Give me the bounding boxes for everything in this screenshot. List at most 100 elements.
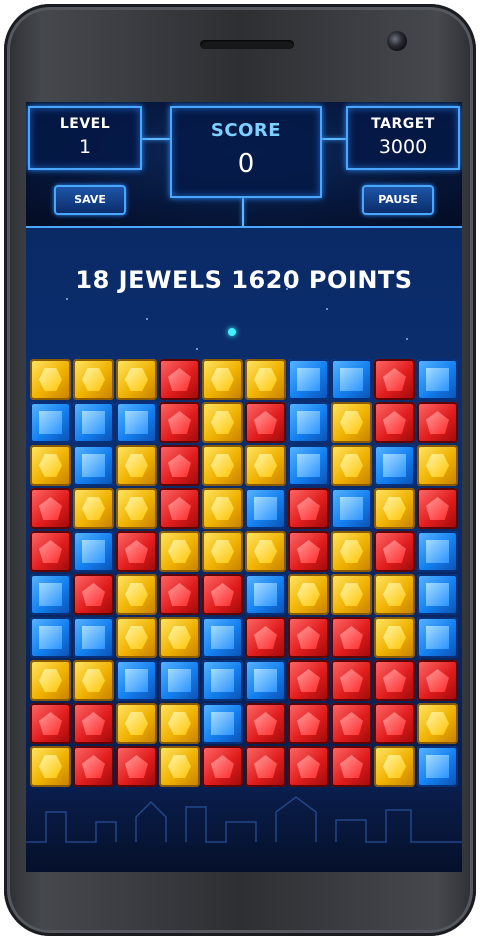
red-jewel[interactable] <box>245 746 286 787</box>
yellow-jewel[interactable] <box>73 660 114 701</box>
jewel-board[interactable] <box>30 359 460 789</box>
red-jewel[interactable] <box>288 531 329 572</box>
red-jewel[interactable] <box>288 703 329 744</box>
yellow-jewel[interactable] <box>73 359 114 400</box>
blue-jewel[interactable] <box>288 402 329 443</box>
red-jewel[interactable] <box>159 488 200 529</box>
red-jewel[interactable] <box>73 746 114 787</box>
yellow-jewel[interactable] <box>202 531 243 572</box>
red-jewel[interactable] <box>116 746 157 787</box>
red-jewel[interactable] <box>374 660 415 701</box>
yellow-jewel[interactable] <box>331 574 372 615</box>
red-jewel[interactable] <box>116 531 157 572</box>
red-jewel[interactable] <box>73 703 114 744</box>
red-jewel[interactable] <box>288 488 329 529</box>
blue-jewel[interactable] <box>202 617 243 658</box>
yellow-jewel[interactable] <box>116 359 157 400</box>
blue-jewel[interactable] <box>73 617 114 658</box>
yellow-jewel[interactable] <box>202 402 243 443</box>
red-jewel[interactable] <box>73 574 114 615</box>
red-jewel[interactable] <box>245 703 286 744</box>
red-jewel[interactable] <box>417 660 458 701</box>
yellow-jewel[interactable] <box>159 531 200 572</box>
yellow-jewel[interactable] <box>245 531 286 572</box>
yellow-jewel[interactable] <box>331 531 372 572</box>
blue-jewel[interactable] <box>245 574 286 615</box>
blue-jewel[interactable] <box>331 488 372 529</box>
red-jewel[interactable] <box>331 617 372 658</box>
yellow-jewel[interactable] <box>159 746 200 787</box>
yellow-jewel[interactable] <box>374 746 415 787</box>
blue-jewel[interactable] <box>417 359 458 400</box>
blue-jewel[interactable] <box>245 488 286 529</box>
blue-jewel[interactable] <box>30 402 71 443</box>
yellow-jewel[interactable] <box>202 445 243 486</box>
blue-jewel[interactable] <box>288 359 329 400</box>
red-jewel[interactable] <box>245 617 286 658</box>
yellow-jewel[interactable] <box>116 488 157 529</box>
yellow-jewel[interactable] <box>30 445 71 486</box>
blue-jewel[interactable] <box>73 402 114 443</box>
red-jewel[interactable] <box>159 574 200 615</box>
yellow-jewel[interactable] <box>374 574 415 615</box>
blue-jewel[interactable] <box>374 445 415 486</box>
blue-jewel[interactable] <box>202 660 243 701</box>
red-jewel[interactable] <box>288 660 329 701</box>
yellow-jewel[interactable] <box>202 359 243 400</box>
blue-jewel[interactable] <box>116 660 157 701</box>
red-jewel[interactable] <box>374 402 415 443</box>
red-jewel[interactable] <box>374 359 415 400</box>
yellow-jewel[interactable] <box>116 445 157 486</box>
red-jewel[interactable] <box>245 402 286 443</box>
blue-jewel[interactable] <box>73 445 114 486</box>
red-jewel[interactable] <box>30 531 71 572</box>
blue-jewel[interactable] <box>30 574 71 615</box>
red-jewel[interactable] <box>417 402 458 443</box>
red-jewel[interactable] <box>159 445 200 486</box>
yellow-jewel[interactable] <box>245 445 286 486</box>
yellow-jewel[interactable] <box>374 617 415 658</box>
yellow-jewel[interactable] <box>245 359 286 400</box>
blue-jewel[interactable] <box>417 574 458 615</box>
yellow-jewel[interactable] <box>30 359 71 400</box>
yellow-jewel[interactable] <box>331 402 372 443</box>
red-jewel[interactable] <box>374 531 415 572</box>
pause-button[interactable]: PAUSE <box>362 185 434 215</box>
red-jewel[interactable] <box>417 488 458 529</box>
yellow-jewel[interactable] <box>417 703 458 744</box>
yellow-jewel[interactable] <box>30 660 71 701</box>
yellow-jewel[interactable] <box>374 488 415 529</box>
blue-jewel[interactable] <box>202 703 243 744</box>
red-jewel[interactable] <box>331 660 372 701</box>
blue-jewel[interactable] <box>417 531 458 572</box>
blue-jewel[interactable] <box>331 359 372 400</box>
yellow-jewel[interactable] <box>73 488 114 529</box>
blue-jewel[interactable] <box>116 402 157 443</box>
blue-jewel[interactable] <box>30 617 71 658</box>
yellow-jewel[interactable] <box>116 703 157 744</box>
red-jewel[interactable] <box>331 746 372 787</box>
red-jewel[interactable] <box>374 703 415 744</box>
blue-jewel[interactable] <box>159 660 200 701</box>
blue-jewel[interactable] <box>245 660 286 701</box>
yellow-jewel[interactable] <box>116 617 157 658</box>
red-jewel[interactable] <box>288 617 329 658</box>
yellow-jewel[interactable] <box>159 617 200 658</box>
red-jewel[interactable] <box>202 746 243 787</box>
yellow-jewel[interactable] <box>116 574 157 615</box>
yellow-jewel[interactable] <box>417 445 458 486</box>
red-jewel[interactable] <box>30 703 71 744</box>
blue-jewel[interactable] <box>417 746 458 787</box>
yellow-jewel[interactable] <box>159 703 200 744</box>
red-jewel[interactable] <box>331 703 372 744</box>
red-jewel[interactable] <box>30 488 71 529</box>
red-jewel[interactable] <box>288 746 329 787</box>
save-button[interactable]: SAVE <box>54 185 126 215</box>
yellow-jewel[interactable] <box>331 445 372 486</box>
yellow-jewel[interactable] <box>288 574 329 615</box>
yellow-jewel[interactable] <box>202 488 243 529</box>
blue-jewel[interactable] <box>288 445 329 486</box>
red-jewel[interactable] <box>202 574 243 615</box>
red-jewel[interactable] <box>159 402 200 443</box>
red-jewel[interactable] <box>159 359 200 400</box>
